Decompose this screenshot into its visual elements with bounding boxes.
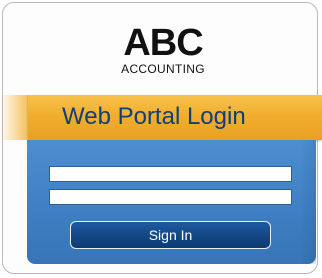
company-logo: ABC ACCOUNTING bbox=[3, 22, 317, 76]
page-title: Web Portal Login bbox=[62, 103, 246, 130]
logo-sub-text: ACCOUNTING bbox=[121, 62, 205, 76]
sign-in-button[interactable]: Sign In bbox=[70, 221, 271, 249]
username-field[interactable] bbox=[49, 166, 292, 182]
logo-main-text: ABC bbox=[123, 22, 203, 64]
panel-shadow bbox=[300, 140, 316, 264]
password-field[interactable] bbox=[49, 189, 292, 205]
